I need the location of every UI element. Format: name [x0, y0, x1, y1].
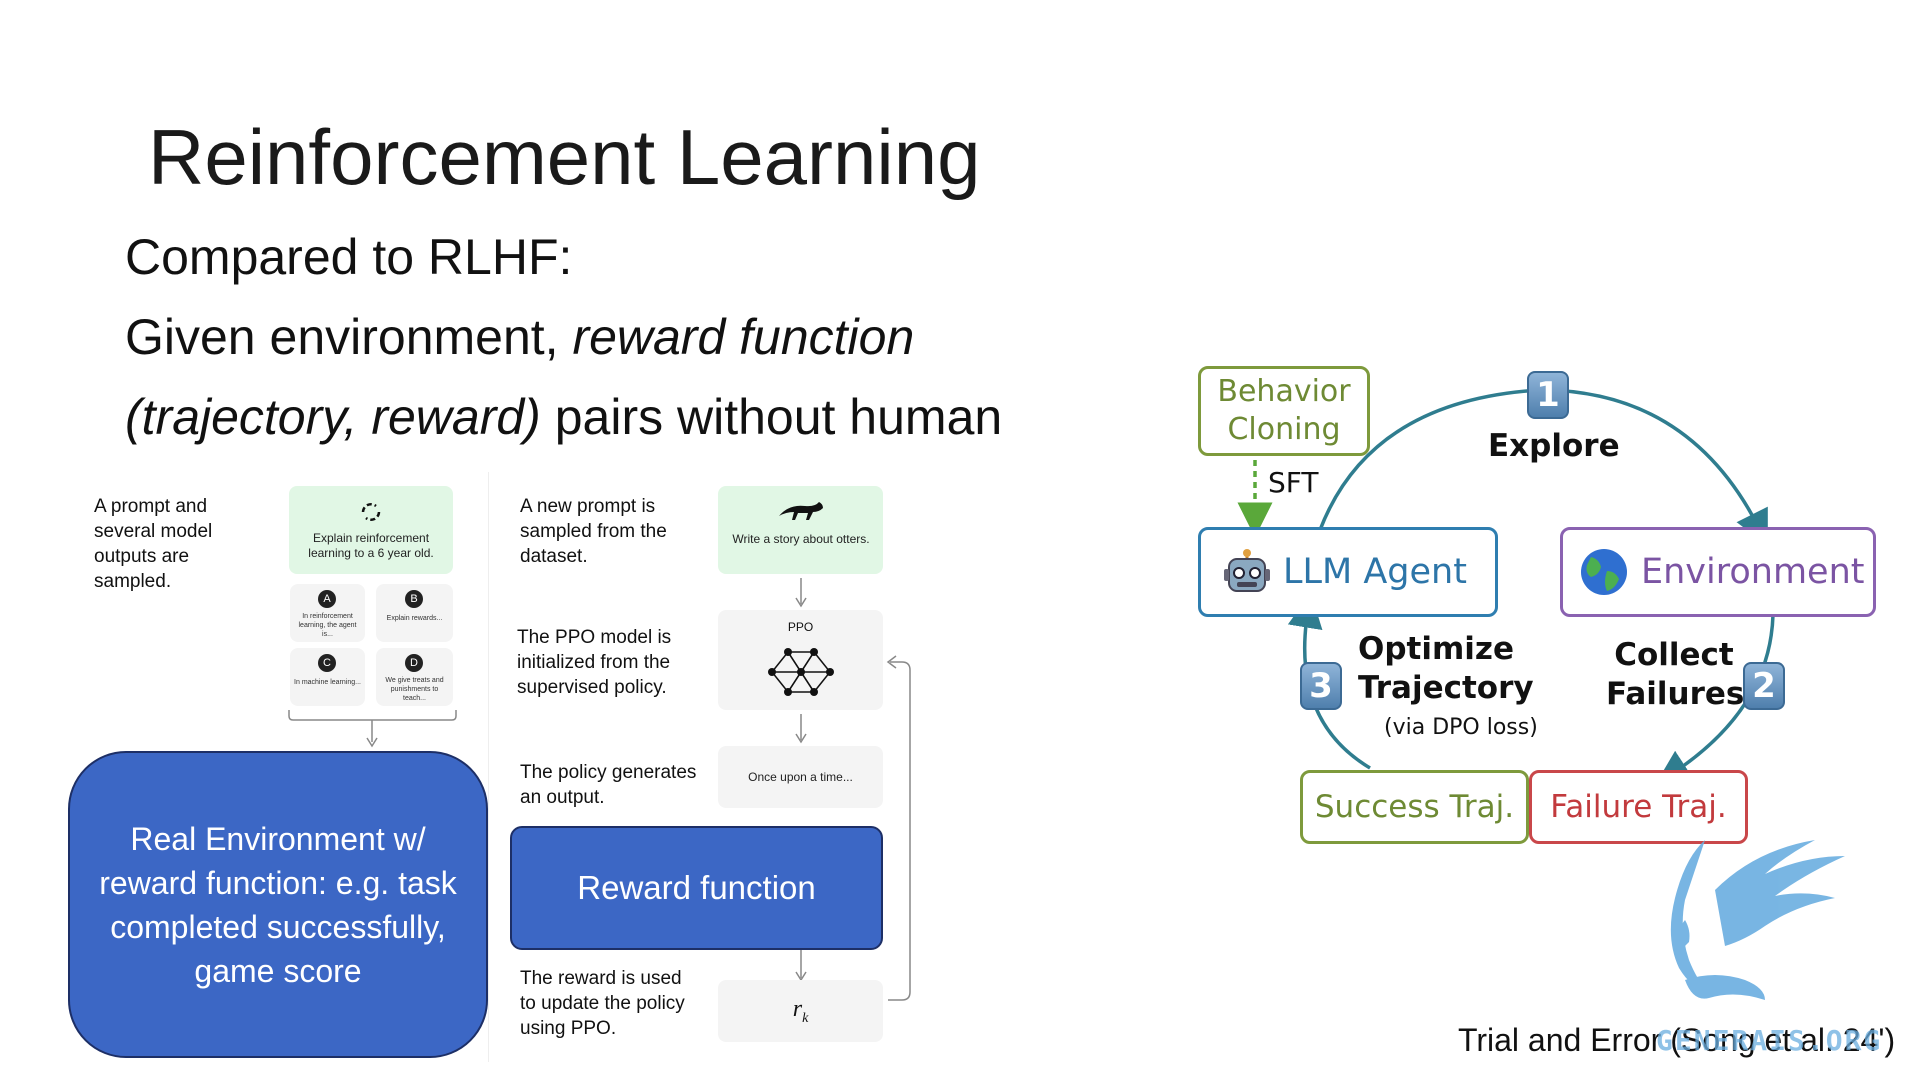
output-card: Once upon a time...: [718, 746, 883, 808]
body-line-3-plain: pairs without human: [540, 389, 1003, 445]
behavior-cloning-node: Behavior Cloning: [1198, 366, 1370, 456]
output-d-text: We give treats and punishments to teach.…: [385, 677, 444, 702]
reward-value-card: rk: [718, 980, 883, 1042]
output-card-text: Once upon a time...: [748, 770, 853, 784]
griffin-watermark-icon: [1670, 840, 1845, 1000]
output-b-letter: B: [405, 590, 423, 608]
reward-symbol: rk: [718, 996, 883, 1027]
output-a-letter: A: [318, 590, 336, 608]
reward-function-box: Reward function: [510, 826, 883, 950]
output-card-b: B Explain rewards...: [376, 584, 453, 642]
output-card-a: A In reinforcement learning, the agent i…: [290, 584, 365, 642]
slide-title: Reinforcement Learning: [148, 113, 981, 201]
llm-agent-node: LLM Agent: [1198, 527, 1498, 617]
sft-label: SFT: [1268, 466, 1319, 499]
badge-1: 1: [1527, 371, 1569, 419]
ppo-card: PPO: [718, 610, 883, 710]
outputs-bracket-arrow: [288, 710, 457, 748]
story-card: Write a story about otters.: [718, 486, 883, 574]
explore-label: Explore: [1488, 428, 1620, 464]
body-line-2-italic: reward function: [572, 309, 915, 365]
badge-2: 2: [1743, 662, 1785, 710]
badge-3: 3: [1300, 662, 1342, 710]
body-line-1: Compared to RLHF:: [125, 229, 573, 285]
output-card-c: C In machine learning...: [290, 648, 365, 706]
prompt-card-text: Explain reinforcement learning to a 6 ye…: [308, 531, 434, 560]
rlhf-step-5-text: The reward is used to update the policy …: [520, 968, 685, 1039]
output-a-text: In reinforcement learning, the agent is.…: [298, 613, 357, 638]
globe-icon: [1581, 549, 1627, 595]
feedback-loop-arrow: [886, 655, 911, 1001]
rlhf-step-3-text: The PPO model is initialized from the su…: [517, 627, 672, 698]
watermark-text: GENERAIS.ORG: [1656, 1024, 1883, 1057]
reward-symbol-sub: k: [802, 1010, 809, 1026]
real-environment-box: Real Environment w/ reward function: e.g…: [68, 751, 488, 1058]
output-d-letter: D: [405, 654, 423, 672]
output-b-text: Explain rewards...: [386, 615, 443, 622]
reward-symbol-r: r: [792, 996, 803, 1022]
environment-node: Environment: [1560, 527, 1876, 617]
otter-icon: [779, 502, 823, 520]
arrow-down-1: [795, 578, 807, 608]
llm-agent-label: LLM Agent: [1283, 552, 1467, 592]
refresh-icon: [361, 503, 381, 521]
arrow-down-2: [795, 714, 807, 744]
output-c-text: In machine learning...: [294, 679, 361, 686]
neural-network-icon: [768, 648, 834, 696]
arrow-down-3: [795, 950, 807, 982]
column-divider: [488, 472, 489, 1062]
robot-icon: [1224, 549, 1270, 592]
environment-label: Environment: [1641, 552, 1865, 592]
collect-failures-label: Collect Failures: [1606, 637, 1745, 712]
dpo-note: (via DPO loss): [1384, 715, 1538, 740]
output-card-d: D We give treats and punishments to teac…: [376, 648, 453, 706]
rlhf-step-2-text: A new prompt is sampled from the dataset…: [520, 496, 667, 567]
body-line-3-italic: (trajectory, reward): [125, 389, 541, 445]
story-card-text: Write a story about otters.: [732, 532, 870, 546]
rlhf-step-4-text: The policy generates an output.: [520, 762, 697, 808]
success-traj-node: Success Traj.: [1300, 770, 1529, 844]
ppo-label: PPO: [787, 620, 814, 634]
prompt-card: Explain reinforcement learning to a 6 ye…: [289, 486, 453, 574]
body-line-2: Given environment, reward function: [125, 308, 914, 366]
optimize-trajectory-label: Optimize Trajectory: [1358, 631, 1534, 706]
body-line-2-plain: Given environment,: [125, 309, 573, 365]
rlhf-step-1-text: A prompt and several model outputs are s…: [94, 496, 213, 592]
output-c-letter: C: [318, 654, 336, 672]
body-line-3: (trajectory, reward) pairs without human: [125, 388, 1002, 446]
